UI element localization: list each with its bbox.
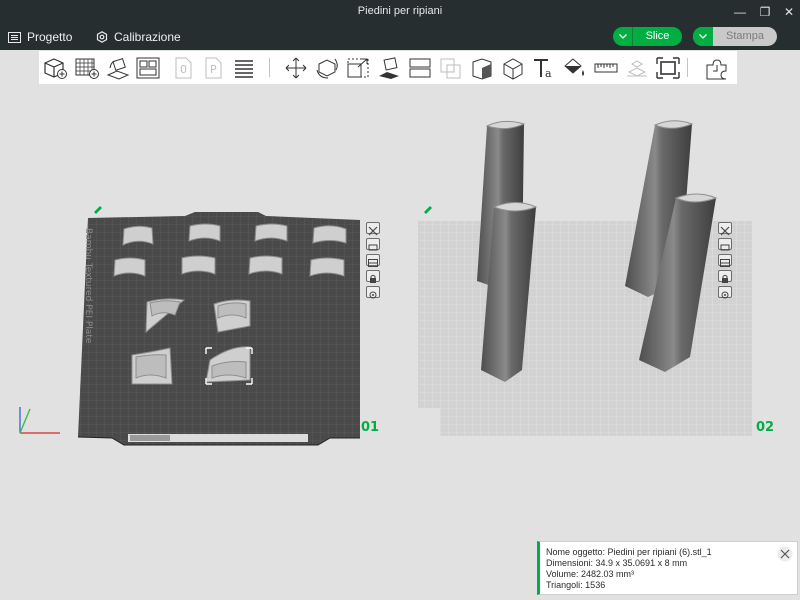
plate-orient-icon[interactable] — [718, 238, 732, 251]
plate-arrange-icon[interactable] — [718, 254, 732, 267]
plate-close-icon[interactable] — [366, 222, 380, 236]
object-volume: Volume: 2482.03 mm³ — [546, 569, 635, 579]
plate-1-edit-icon[interactable] — [94, 206, 102, 214]
part[interactable] — [113, 257, 146, 277]
part[interactable] — [309, 257, 345, 277]
part[interactable] — [248, 255, 283, 275]
plate-lock-icon[interactable] — [718, 270, 732, 283]
part[interactable] — [188, 223, 221, 242]
plate-settings-icon[interactable] — [718, 286, 732, 299]
plate-settings-icon[interactable] — [366, 286, 380, 299]
plate-close-icon[interactable] — [718, 222, 732, 236]
part[interactable] — [254, 223, 288, 242]
object-info-panel: Nome oggetto: Piedini per ripiani (6).st… — [537, 541, 798, 595]
object-triangles: Triangoli: 1536 — [546, 580, 606, 590]
plate-label: Bambu Textured PEI Plate — [83, 228, 93, 344]
axis-gizmo — [19, 407, 60, 434]
part-detail — [135, 354, 167, 379]
plate-number: 01 — [361, 420, 380, 435]
plate-arrange-icon[interactable] — [366, 254, 380, 267]
object-name: Nome oggetto: Piedini per ripiani (6).st… — [546, 547, 712, 557]
part[interactable] — [312, 225, 347, 244]
plate-number: 02 — [756, 420, 775, 435]
close-icon[interactable] — [777, 546, 793, 562]
plate-info-bar-segment — [130, 435, 170, 441]
plate-2-edit-icon[interactable] — [424, 206, 432, 214]
plate-lock-icon[interactable] — [366, 270, 380, 283]
3d-viewport[interactable]: Bambu Textured PEI Plate — [0, 0, 800, 600]
object-dimensions: Dimensioni: 34.9 x 35.0691 x 8 mm — [546, 558, 688, 568]
part[interactable] — [181, 255, 216, 275]
plate-orient-icon[interactable] — [366, 238, 380, 251]
